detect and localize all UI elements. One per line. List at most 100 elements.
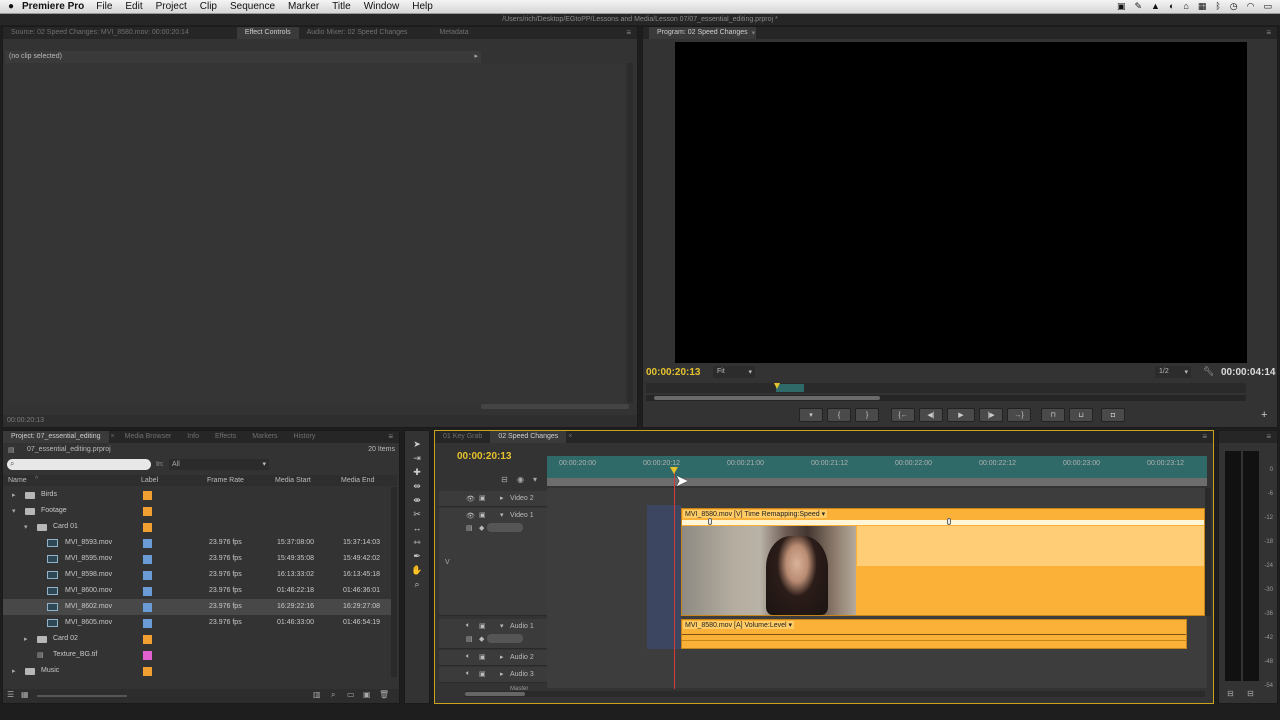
menu-edit[interactable]: Edit (125, 1, 142, 12)
track-header-audio2[interactable]: 🔈︎ ▣ ▸ Audio 2 (439, 650, 547, 666)
panel-menu-icon[interactable]: ≡ (1266, 432, 1271, 441)
film-icon[interactable]: ▣ (479, 511, 486, 519)
label-swatch[interactable] (143, 587, 152, 596)
list-item[interactable]: MVI_8605.mov 23.976 fps 01:46:33:00 01:46:5… (3, 615, 396, 631)
disclosure-arrow-icon[interactable]: ▸ (12, 491, 16, 499)
collapse-arrow-icon[interactable]: ▾ (500, 622, 504, 630)
disclosure-arrow-icon[interactable]: ▾ (24, 523, 28, 531)
tab-media-browser[interactable]: Media Browser (117, 431, 180, 443)
collapse-arrow-icon[interactable]: ▾ (500, 511, 504, 519)
solo-left-icon[interactable]: ⊟ (1227, 689, 1234, 698)
go-to-in-button[interactable]: {← (891, 408, 915, 422)
tray-app-icon[interactable]: ▣ (1117, 1, 1126, 12)
automate-to-sequence-icon[interactable]: ▥ (313, 690, 321, 699)
menu-clip[interactable]: Clip (200, 1, 217, 12)
speed-rubberband[interactable] (682, 520, 1204, 525)
tray-app-icon[interactable]: ◐ (1169, 1, 1174, 12)
ripple-edit-tool-icon[interactable]: ✚ (405, 465, 429, 479)
tab-close-icon[interactable]: × (109, 431, 117, 443)
tab-metadata[interactable]: Metadata (431, 27, 476, 39)
set-marker-icon[interactable]: ◉ (517, 475, 524, 484)
tab-program[interactable]: Program: 02 Speed Changes (649, 27, 756, 39)
column-name[interactable]: Name (8, 477, 27, 484)
keyframe-icon[interactable]: ◆ (479, 635, 484, 643)
label-swatch[interactable] (143, 555, 152, 564)
extract-button[interactable]: ⊔ (1069, 408, 1093, 422)
lift-button[interactable]: ⊓ (1041, 408, 1065, 422)
volume-rubberband[interactable] (682, 634, 1186, 635)
disclosure-arrow-icon[interactable]: ▸ (12, 667, 16, 675)
target-v-label[interactable]: V (445, 559, 450, 566)
label-swatch[interactable] (143, 651, 152, 660)
list-item[interactable]: MVI_8593.mov 23.976 fps 15:37:08:00 15:37:1… (3, 535, 396, 551)
film-icon[interactable]: ▣ (479, 653, 486, 661)
go-to-out-button[interactable]: →} (1007, 408, 1031, 422)
sort-ascending-icon[interactable]: ^ (35, 476, 38, 483)
timeline-timecode[interactable]: 00:00:20:13 (457, 451, 511, 462)
apple-icon[interactable]: ● (0, 1, 22, 12)
timeline-scroll-thumb[interactable] (465, 692, 525, 696)
track-select-tool-icon[interactable]: ⇥ (405, 451, 429, 465)
chevron-down-icon[interactable]: ▾ (752, 29, 756, 37)
keyframe-nav[interactable] (487, 523, 523, 532)
video-clip[interactable]: MVI_8580.mov [V] Time Remapping:Speed ▾ (681, 508, 1205, 616)
program-current-timecode[interactable]: 00:00:20:13 (646, 367, 700, 378)
film-icon[interactable]: ▣ (479, 670, 486, 678)
panel-menu-icon[interactable]: ≡ (1202, 432, 1207, 441)
tab-effects[interactable]: Effects (207, 431, 244, 443)
pen-tool-icon[interactable]: ✒ (405, 549, 429, 563)
new-item-icon[interactable]: ▣ (363, 690, 371, 699)
tab-project[interactable]: Project: 07_essential_editing (3, 431, 109, 443)
slide-tool-icon[interactable]: ⇿ (405, 535, 429, 549)
display-style-icon[interactable]: ▤ (466, 635, 473, 643)
film-icon[interactable]: ▣ (479, 494, 486, 502)
label-swatch[interactable] (143, 507, 152, 516)
column-label[interactable]: Label (141, 477, 158, 484)
razor-tool-icon[interactable]: ✂ (405, 507, 429, 521)
zoom-select[interactable]: Fit ▾ (713, 366, 755, 378)
wifi-icon[interactable]: ◠ (1247, 1, 1255, 12)
list-item[interactable]: ▸ Birds (3, 487, 396, 503)
in-filter-select[interactable]: All ▾ (169, 459, 269, 470)
play-arrow-icon[interactable]: ▸ (474, 52, 478, 60)
expand-arrow-icon[interactable]: ▸ (500, 670, 504, 678)
tray-app-icon[interactable]: ▲ (1151, 1, 1160, 12)
label-swatch[interactable] (143, 539, 152, 548)
tray-app-icon[interactable]: ⌂ (1183, 1, 1188, 12)
menu-help[interactable]: Help (412, 1, 433, 12)
find-icon[interactable]: ⌕ (331, 690, 335, 700)
list-item[interactable]: ▾ Footage (3, 503, 396, 519)
tab-markers[interactable]: Markers (244, 431, 285, 443)
export-frame-button[interactable]: ◘ (1101, 408, 1125, 422)
selection-tool-icon[interactable]: ➤ (405, 437, 429, 451)
speaker-icon[interactable]: 🔈︎ (466, 653, 470, 661)
label-swatch[interactable] (143, 619, 152, 628)
speaker-icon[interactable]: 🔈︎ (466, 622, 470, 630)
label-swatch[interactable] (143, 491, 152, 500)
plus-icon[interactable]: + (1261, 409, 1267, 421)
solo-right-icon[interactable]: ⊟ (1247, 689, 1254, 698)
tray-app-icon[interactable]: ✎ (1135, 1, 1143, 12)
expand-arrow-icon[interactable]: ▸ (500, 494, 504, 502)
film-icon[interactable]: ▣ (479, 622, 486, 630)
label-swatch[interactable] (143, 571, 152, 580)
work-area-bar[interactable] (547, 478, 1207, 486)
menu-file[interactable]: File (96, 1, 112, 12)
expand-arrow-icon[interactable]: ▸ (500, 653, 504, 661)
speaker-icon[interactable]: 🔈︎ (466, 670, 470, 678)
trash-icon[interactable]: 🗑︎ (379, 690, 389, 699)
tab-key-grab[interactable]: 01 Key Grab (435, 431, 490, 443)
bluetooth-icon[interactable]: ᛒ (1215, 1, 1220, 12)
panel-menu-icon[interactable]: ≡ (1266, 28, 1271, 37)
list-item[interactable]: ▾ Card 01 (3, 519, 396, 535)
mark-in-button[interactable]: { (827, 408, 851, 422)
track-header-video2[interactable]: 👁︎ ▣ ▸ Video 2 (439, 491, 547, 507)
list-item[interactable]: MVI_8598.mov 23.976 fps 16:13:33:02 16:13:4… (3, 567, 396, 583)
work-area-bar[interactable] (776, 384, 804, 392)
clock-icon[interactable]: ◷ (1230, 1, 1238, 12)
tab-effect-controls[interactable]: Effect Controls (236, 27, 299, 39)
rolling-edit-tool-icon[interactable]: ⇹ (405, 479, 429, 493)
speed-keyframe-icon[interactable] (708, 518, 712, 525)
list-item[interactable]: ▸ Music (3, 663, 396, 679)
list-view-icon[interactable]: ☰ (7, 690, 14, 699)
